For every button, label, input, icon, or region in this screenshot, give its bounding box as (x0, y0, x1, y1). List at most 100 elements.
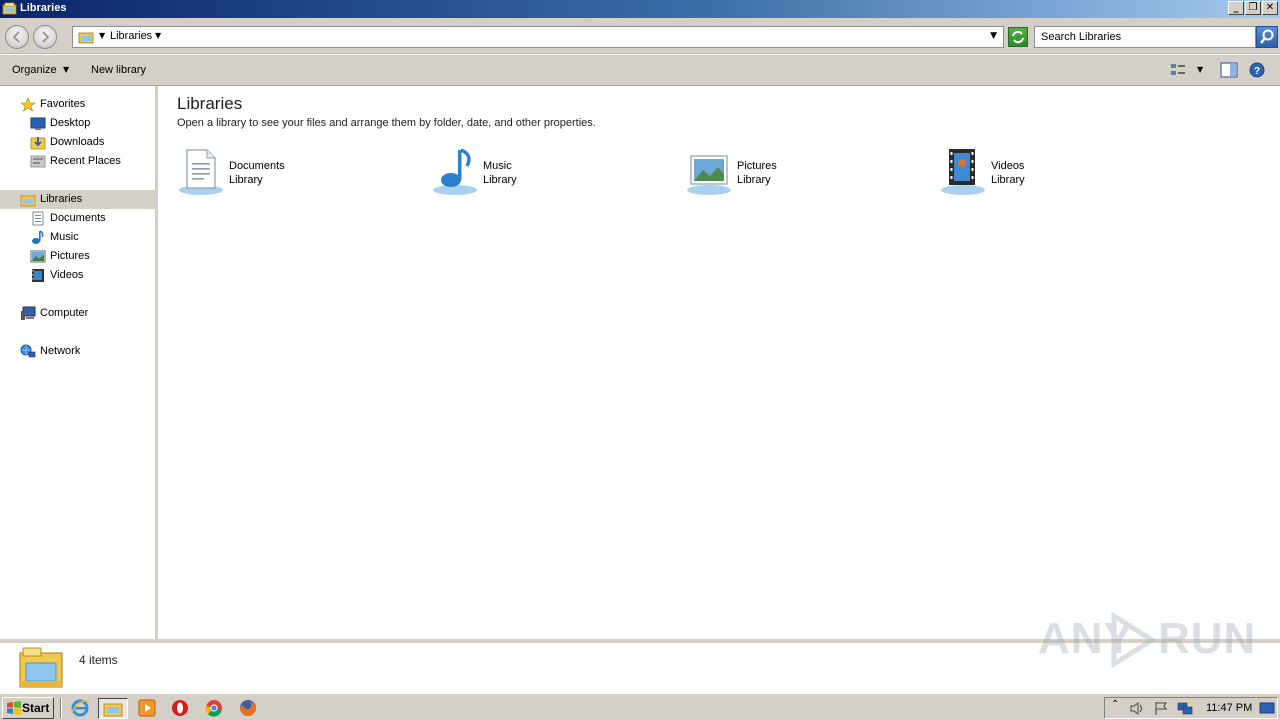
refresh-icon (1012, 30, 1024, 44)
libraries-icon (2, 2, 17, 15)
nav-label: Documents (50, 212, 106, 224)
videos-icon (32, 269, 44, 282)
clock[interactable]: 11:47 PM (1206, 702, 1252, 714)
library-item-pictures[interactable]: Pictures Library (685, 146, 925, 198)
nav-item-computer[interactable]: Computer (0, 304, 158, 323)
title-bar: Libraries _ ❐ ✕ (0, 0, 1280, 18)
windows-logo-icon (7, 701, 21, 715)
nav-item-network[interactable]: Network (0, 342, 158, 361)
search-icon (1260, 29, 1274, 44)
downloads-icon (30, 137, 46, 150)
view-options-chevron-down-icon[interactable]: ▼ (1197, 65, 1203, 74)
back-arrow-icon (12, 31, 20, 43)
nav-label: Favorites (40, 98, 86, 110)
search-input[interactable]: Search Libraries (1034, 26, 1256, 48)
breadcrumb-chevron-down-icon[interactable]: ▼ (155, 31, 161, 40)
organize-chevron-down-icon[interactable]: ▼ (63, 65, 69, 74)
command-bar: Organize ▼ New library ▼ ? (0, 55, 1280, 86)
anyrun-watermark: ANY RUN (1038, 606, 1255, 670)
search-button[interactable] (1256, 26, 1278, 48)
navigation-pane: Favorites Desktop Downloads Recent Place… (0, 86, 158, 639)
videos-library-icon (941, 149, 985, 195)
media-player-icon[interactable] (136, 698, 158, 718)
nav-item-pictures[interactable]: Pictures (0, 247, 158, 266)
recent-places-icon (30, 155, 46, 168)
nav-label: Videos (50, 269, 84, 281)
minimize-button[interactable]: _ (1228, 1, 1244, 15)
nav-label: Pictures (50, 250, 90, 262)
music-icon (32, 230, 44, 244)
show-desktop-icon[interactable] (1259, 701, 1275, 716)
libraries-icon (19, 647, 63, 688)
library-type: Library (991, 174, 1025, 186)
documents-icon (32, 211, 44, 226)
show-hidden-icons-chevron-up-icon[interactable]: ⌃ (1111, 699, 1127, 714)
play-logo-icon (1111, 612, 1156, 668)
address-row: ▼ Libraries ▼ ▼ Search Libraries (0, 18, 1280, 54)
restore-button[interactable]: ❐ (1245, 1, 1261, 15)
library-name: Pictures (737, 160, 777, 172)
windows-explorer-taskbar-button[interactable] (98, 698, 128, 719)
nav-item-libraries[interactable]: Libraries (0, 190, 158, 209)
pictures-library-icon (687, 155, 731, 195)
firefox-icon[interactable] (237, 698, 259, 718)
action-center-flag-icon[interactable] (1153, 701, 1169, 716)
nav-item-videos[interactable]: Videos (0, 266, 158, 285)
nav-label: Computer (40, 307, 89, 319)
help-icon[interactable]: ? (1248, 62, 1266, 78)
libraries-icon (20, 195, 36, 207)
forward-button[interactable] (33, 25, 57, 49)
documents-library-icon (179, 149, 223, 195)
star-icon (20, 97, 36, 112)
preview-pane-icon[interactable] (1220, 62, 1238, 78)
nav-item-downloads[interactable]: Downloads (0, 133, 158, 152)
library-type: Library (483, 174, 517, 186)
taskbar: Start ⌃ 11:47 PM (0, 693, 1280, 720)
new-library-button[interactable]: New library (91, 64, 146, 76)
library-type: Library (229, 174, 263, 186)
start-button[interactable]: Start (2, 697, 54, 719)
change-view-icon[interactable] (1169, 62, 1187, 78)
nav-label: Desktop (50, 117, 91, 129)
breadcrumb-root-arrow-icon[interactable]: ▼ (99, 31, 105, 40)
forward-arrow-icon (42, 31, 50, 43)
item-count: 4 items (79, 653, 118, 667)
nav-label: Music (50, 231, 79, 243)
network-icon (20, 344, 36, 358)
volume-icon[interactable] (1129, 701, 1145, 716)
network-status-icon[interactable] (1177, 701, 1193, 716)
computer-icon (21, 306, 36, 320)
watermark-text-right: RUN (1158, 614, 1257, 663)
library-item-videos[interactable]: Videos Library (939, 146, 1179, 198)
nav-label: Recent Places (50, 155, 121, 167)
address-bar[interactable]: ▼ Libraries ▼ ▼ (72, 26, 1004, 48)
chrome-icon[interactable] (203, 698, 225, 718)
nav-label: Libraries (40, 193, 83, 205)
library-item-documents[interactable]: Documents Library (177, 146, 417, 198)
nav-item-desktop[interactable]: Desktop (0, 114, 158, 133)
page-subtitle: Open a library to see your files and arr… (177, 117, 596, 129)
libraries-icon (78, 32, 94, 44)
content-pane: Libraries Open a library to see your fil… (160, 86, 1280, 639)
nav-item-recent-places[interactable]: Recent Places (0, 152, 158, 171)
window-title: Libraries (20, 2, 67, 14)
system-tray: ⌃ 11:47 PM (1104, 697, 1278, 719)
address-history-dropdown-icon[interactable]: ▼ (990, 31, 997, 41)
organize-button[interactable]: Organize (12, 64, 57, 76)
library-name: Music (483, 160, 512, 172)
library-item-music[interactable]: Music Library (431, 146, 671, 198)
refresh-button[interactable] (1008, 27, 1028, 47)
opera-icon[interactable] (169, 698, 191, 718)
internet-explorer-icon[interactable] (69, 698, 91, 718)
taskbar-separator (60, 698, 62, 718)
nav-item-documents[interactable]: Documents (0, 209, 158, 228)
library-type: Library (737, 174, 771, 186)
nav-item-music[interactable]: Music (0, 228, 158, 247)
library-name: Videos (991, 160, 1025, 172)
breadcrumb[interactable]: Libraries (110, 30, 152, 42)
pictures-icon (30, 250, 46, 263)
nav-label: Network (40, 345, 81, 357)
close-button[interactable]: ✕ (1262, 1, 1278, 15)
nav-item-favorites[interactable]: Favorites (0, 95, 158, 114)
back-button[interactable] (5, 25, 29, 49)
